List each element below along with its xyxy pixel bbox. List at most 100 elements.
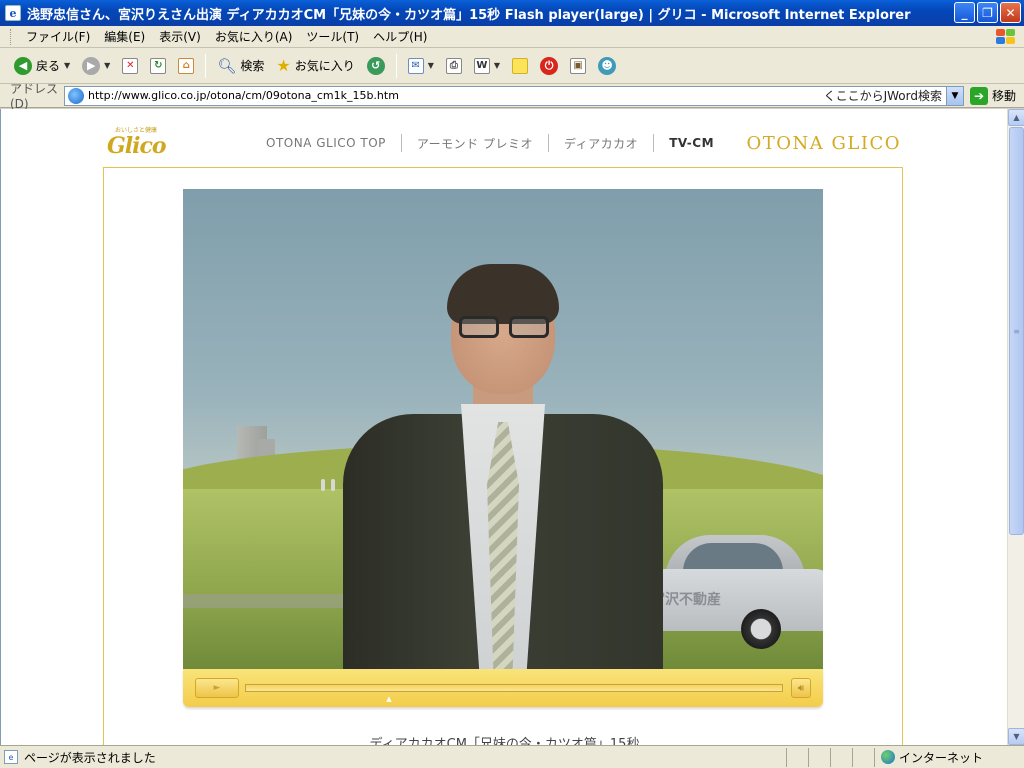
minimize-button[interactable]: _ <box>954 2 975 23</box>
back-dropdown-icon[interactable]: ▼ <box>64 61 70 70</box>
stop-button[interactable]: ✕ <box>118 52 142 80</box>
menu-edit[interactable]: 編集(E) <box>97 27 152 47</box>
address-url[interactable]: http://www.glico.co.jp/otona/cm/09otona_… <box>88 89 824 102</box>
menu-bar: ファイル(F) 編集(E) 表示(V) お気に入り(A) ツール(T) ヘルプ(… <box>0 26 1024 48</box>
volume-button[interactable]: 🔊︎ <box>791 678 811 698</box>
back-label: 戻る <box>36 59 61 73</box>
history-icon: ↺ <box>366 56 385 75</box>
page-done-icon: e <box>4 750 18 764</box>
power-icon: ⏻ <box>540 56 559 75</box>
mail-dropdown-icon[interactable]: ▼ <box>428 61 434 70</box>
scroll-up-button[interactable]: ▲ <box>1008 109 1024 126</box>
address-input[interactable]: http://www.glico.co.jp/otona/cm/09otona_… <box>64 85 964 106</box>
research-button[interactable]: ▣ <box>566 52 590 80</box>
seek-bar[interactable] <box>245 684 783 692</box>
vertical-scrollbar[interactable]: ▲ ≡ ▼ <box>1007 109 1024 745</box>
refresh-icon: ↻ <box>150 57 167 74</box>
address-label: アドレス(D) <box>10 82 59 111</box>
jword-search-hint[interactable]: くここからJWord検索 <box>824 87 942 104</box>
messenger-icon: ☻ <box>598 56 617 75</box>
refresh-button[interactable]: ↻ <box>146 52 170 80</box>
print-button[interactable]: ⎙ <box>442 52 466 80</box>
video-person <box>343 254 663 669</box>
status-cells <box>786 747 874 767</box>
status-bar: e ページが表示されました インターネット <box>0 745 1024 768</box>
play-button[interactable]: ► <box>195 678 239 698</box>
go-label: 移動 <box>992 89 1017 103</box>
site-nav: OTONA GLICO TOP アーモンド プレミオ ディアカカオ TV-CM <box>251 134 729 152</box>
favorites-button[interactable]: ★ お気に入り <box>272 52 358 80</box>
forward-dropdown-icon[interactable]: ▼ <box>104 61 110 70</box>
research-icon: ▣ <box>570 57 587 74</box>
video-caption: ディアカカオCM「兄妹の今・カツオ篇」15秒 <box>369 737 640 745</box>
home-icon: ⌂ <box>178 57 195 74</box>
toolbar-separator <box>395 53 397 78</box>
video-frame[interactable]: 宮沢不動産 <box>183 189 823 669</box>
nav-otona-glico-top[interactable]: OTONA GLICO TOP <box>251 136 401 150</box>
edit-dropdown-icon[interactable]: ▼ <box>494 61 500 70</box>
otona-glico-brand[interactable]: OTONA GLICO <box>747 133 901 154</box>
back-arrow-icon: ◀ <box>14 56 32 75</box>
messenger-button[interactable]: ☻ <box>594 52 620 80</box>
go-button[interactable]: ➔ 移動 <box>970 86 1017 105</box>
scroll-thumb[interactable]: ≡ <box>1009 127 1024 535</box>
standard-toolbar: ◀ 戻る ▼ ▶ ▼ ✕ ↻ ⌂ 🔍︎ 検索 ★ お気に入り ↺ ✉ ▼ ⎙ W… <box>0 48 1024 84</box>
zone-label: インターネット <box>899 750 984 765</box>
go-arrow-icon: ➔ <box>970 86 988 105</box>
window-title-bar[interactable]: e 浅野忠信さん、宮沢りえさん出演 ディアカカオCM「兄妹の今・カツオ篇」15秒… <box>0 0 1024 26</box>
stop-icon: ✕ <box>122 57 139 74</box>
video-car: 宮沢不動産 <box>635 529 823 649</box>
search-button[interactable]: 🔍︎ 検索 <box>213 52 268 80</box>
internet-zone-icon <box>881 750 895 764</box>
forward-arrow-icon: ▶ <box>82 56 101 75</box>
back-button[interactable]: ◀ 戻る ▼ <box>10 52 74 80</box>
security-zone[interactable]: インターネット <box>874 747 1024 767</box>
search-label: 検索 <box>240 59 265 73</box>
nav-almond-premio[interactable]: アーモンド プレミオ <box>402 135 548 152</box>
close-button[interactable]: ✕ <box>1000 2 1021 23</box>
nav-tv-cm[interactable]: TV-CM <box>654 136 729 150</box>
search-icon: 🔍︎ <box>217 56 237 75</box>
maximize-button[interactable]: ❐ <box>977 2 998 23</box>
car-wheel <box>741 609 781 649</box>
seek-marker-icon[interactable]: ▲ <box>386 695 391 703</box>
window-title: 浅野忠信さん、宮沢りえさん出演 ディアカカオCM「兄妹の今・カツオ篇」15秒 F… <box>27 7 911 23</box>
page-viewport: おいしさと健康 Glico OTONA GLICO TOP アーモンド プレミオ… <box>0 109 1007 745</box>
power-button[interactable]: ⏻ <box>536 52 562 80</box>
glico-logo[interactable]: おいしさと健康 Glico <box>101 121 191 165</box>
mail-icon: ✉ <box>407 57 424 74</box>
page-icon <box>68 87 84 104</box>
person-glasses <box>459 316 549 338</box>
note-icon <box>512 57 529 74</box>
menu-favorites[interactable]: お気に入り(A) <box>208 27 300 47</box>
forward-button[interactable]: ▶ ▼ <box>78 52 114 80</box>
toolbar-separator <box>205 53 207 78</box>
address-dropdown-icon[interactable]: ▼ <box>946 86 963 105</box>
logo-text: Glico <box>107 133 167 159</box>
mail-button[interactable]: ✉ ▼ <box>404 52 438 80</box>
printer-icon: ⎙ <box>445 57 462 74</box>
edit-button[interactable]: W ▼ <box>470 52 504 80</box>
address-bar: アドレス(D) http://www.glico.co.jp/otona/cm/… <box>0 82 1024 111</box>
windows-flag-icon <box>994 28 1016 46</box>
home-button[interactable]: ⌂ <box>174 52 198 80</box>
menu-view[interactable]: 表示(V) <box>152 27 208 47</box>
person-hair <box>447 264 559 324</box>
menu-file[interactable]: ファイル(F) <box>19 27 97 47</box>
history-button[interactable]: ↺ <box>363 52 389 80</box>
note-button[interactable] <box>508 52 532 80</box>
menu-grip <box>10 28 13 45</box>
status-text: ページが表示されました <box>24 750 156 765</box>
menu-help[interactable]: ヘルプ(H) <box>366 27 434 47</box>
scroll-down-button[interactable]: ▼ <box>1008 728 1024 745</box>
video-player-controls: ► ▲ 🔊︎ <box>183 669 823 707</box>
ie-app-icon: e <box>5 5 21 21</box>
play-icon: ► <box>213 683 221 693</box>
site-header: おいしさと健康 Glico OTONA GLICO TOP アーモンド プレミオ… <box>101 119 901 167</box>
word-icon: W <box>473 57 490 74</box>
star-icon: ★ <box>276 56 291 75</box>
favorites-label: お気に入り <box>294 59 355 73</box>
speaker-icon: 🔊︎ <box>797 682 805 694</box>
nav-dear-cacao[interactable]: ディアカカオ <box>549 135 653 152</box>
menu-tools[interactable]: ツール(T) <box>299 27 366 47</box>
